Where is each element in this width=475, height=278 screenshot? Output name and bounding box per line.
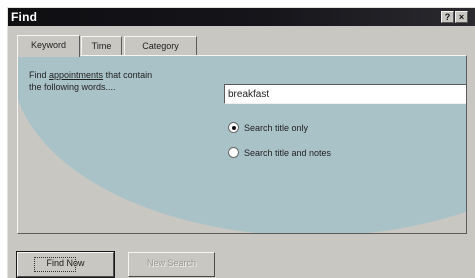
radio-search-title-only[interactable]: Search title only (228, 122, 428, 136)
search-prompt-label: Find appointments that contain the follo… (29, 69, 209, 93)
title-bar[interactable]: Find ? × (8, 8, 475, 26)
close-button[interactable]: × (455, 11, 468, 23)
new-search-button[interactable]: New Search (128, 252, 215, 277)
prompt-text-underlined: appointments (49, 70, 104, 80)
radio-selected-icon[interactable] (228, 122, 239, 133)
tab-category[interactable]: Category (124, 36, 197, 56)
find-dialog: Find ? × Keyword Time Category Find appo… (7, 7, 475, 278)
radio-label: Search title and notes (244, 148, 332, 158)
tab-time[interactable]: Time (81, 36, 122, 56)
keyword-panel: Find appointments that contain the follo… (17, 55, 467, 234)
radio-search-title-and-notes[interactable]: Search title and notes (228, 147, 428, 161)
help-button[interactable]: ? (441, 11, 454, 23)
window-title: Find (11, 10, 38, 24)
tab-keyword[interactable]: Keyword (17, 35, 80, 57)
find-now-button[interactable]: Find Now (16, 251, 115, 278)
focus-rectangle (34, 257, 76, 272)
prompt-text-post: that contain (103, 70, 153, 80)
radio-unselected-icon[interactable] (228, 147, 239, 158)
keyword-search-input[interactable] (224, 84, 466, 104)
radio-label: Search title only (244, 123, 309, 133)
prompt-text-line2: the following words.... (29, 82, 116, 92)
prompt-text-pre: Find (29, 70, 50, 80)
